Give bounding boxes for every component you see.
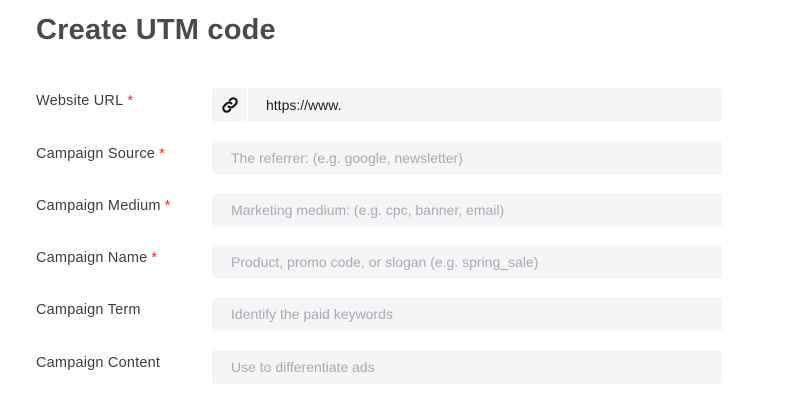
campaign-term-label: Campaign Term — [36, 302, 141, 318]
form-row-campaign-name: Campaign Name * — [0, 245, 800, 281]
campaign-source-label: Campaign Source * — [36, 146, 165, 162]
form-row-website-url: Website URL * — [0, 88, 800, 124]
campaign-name-label: Campaign Name * — [36, 250, 158, 266]
campaign-source-field — [212, 141, 722, 175]
form-row-campaign-content: Campaign Content — [0, 350, 800, 386]
campaign-medium-field — [212, 193, 722, 227]
campaign-medium-input[interactable] — [212, 193, 722, 227]
campaign-term-field — [212, 297, 722, 331]
website-url-input[interactable] — [212, 88, 722, 122]
website-url-field — [212, 88, 722, 122]
website-url-label: Website URL * — [36, 93, 134, 109]
campaign-source-input[interactable] — [212, 141, 722, 175]
campaign-content-input[interactable] — [212, 350, 722, 384]
required-marker: * — [164, 198, 171, 214]
required-marker: * — [127, 93, 134, 109]
required-marker: * — [159, 146, 165, 162]
campaign-name-input[interactable] — [212, 245, 722, 279]
required-marker: * — [151, 250, 158, 266]
campaign-content-label: Campaign Content — [36, 355, 161, 371]
campaign-name-field — [212, 245, 722, 279]
campaign-term-input[interactable] — [212, 297, 722, 331]
form-row-campaign-medium: Campaign Medium * — [0, 193, 800, 229]
campaign-content-field — [212, 350, 722, 384]
form-row-campaign-source: Campaign Source * — [0, 141, 800, 177]
page-title: Create UTM code — [36, 14, 276, 46]
form-row-campaign-term: Campaign Term — [0, 297, 800, 333]
campaign-medium-label: Campaign Medium * — [36, 198, 171, 214]
